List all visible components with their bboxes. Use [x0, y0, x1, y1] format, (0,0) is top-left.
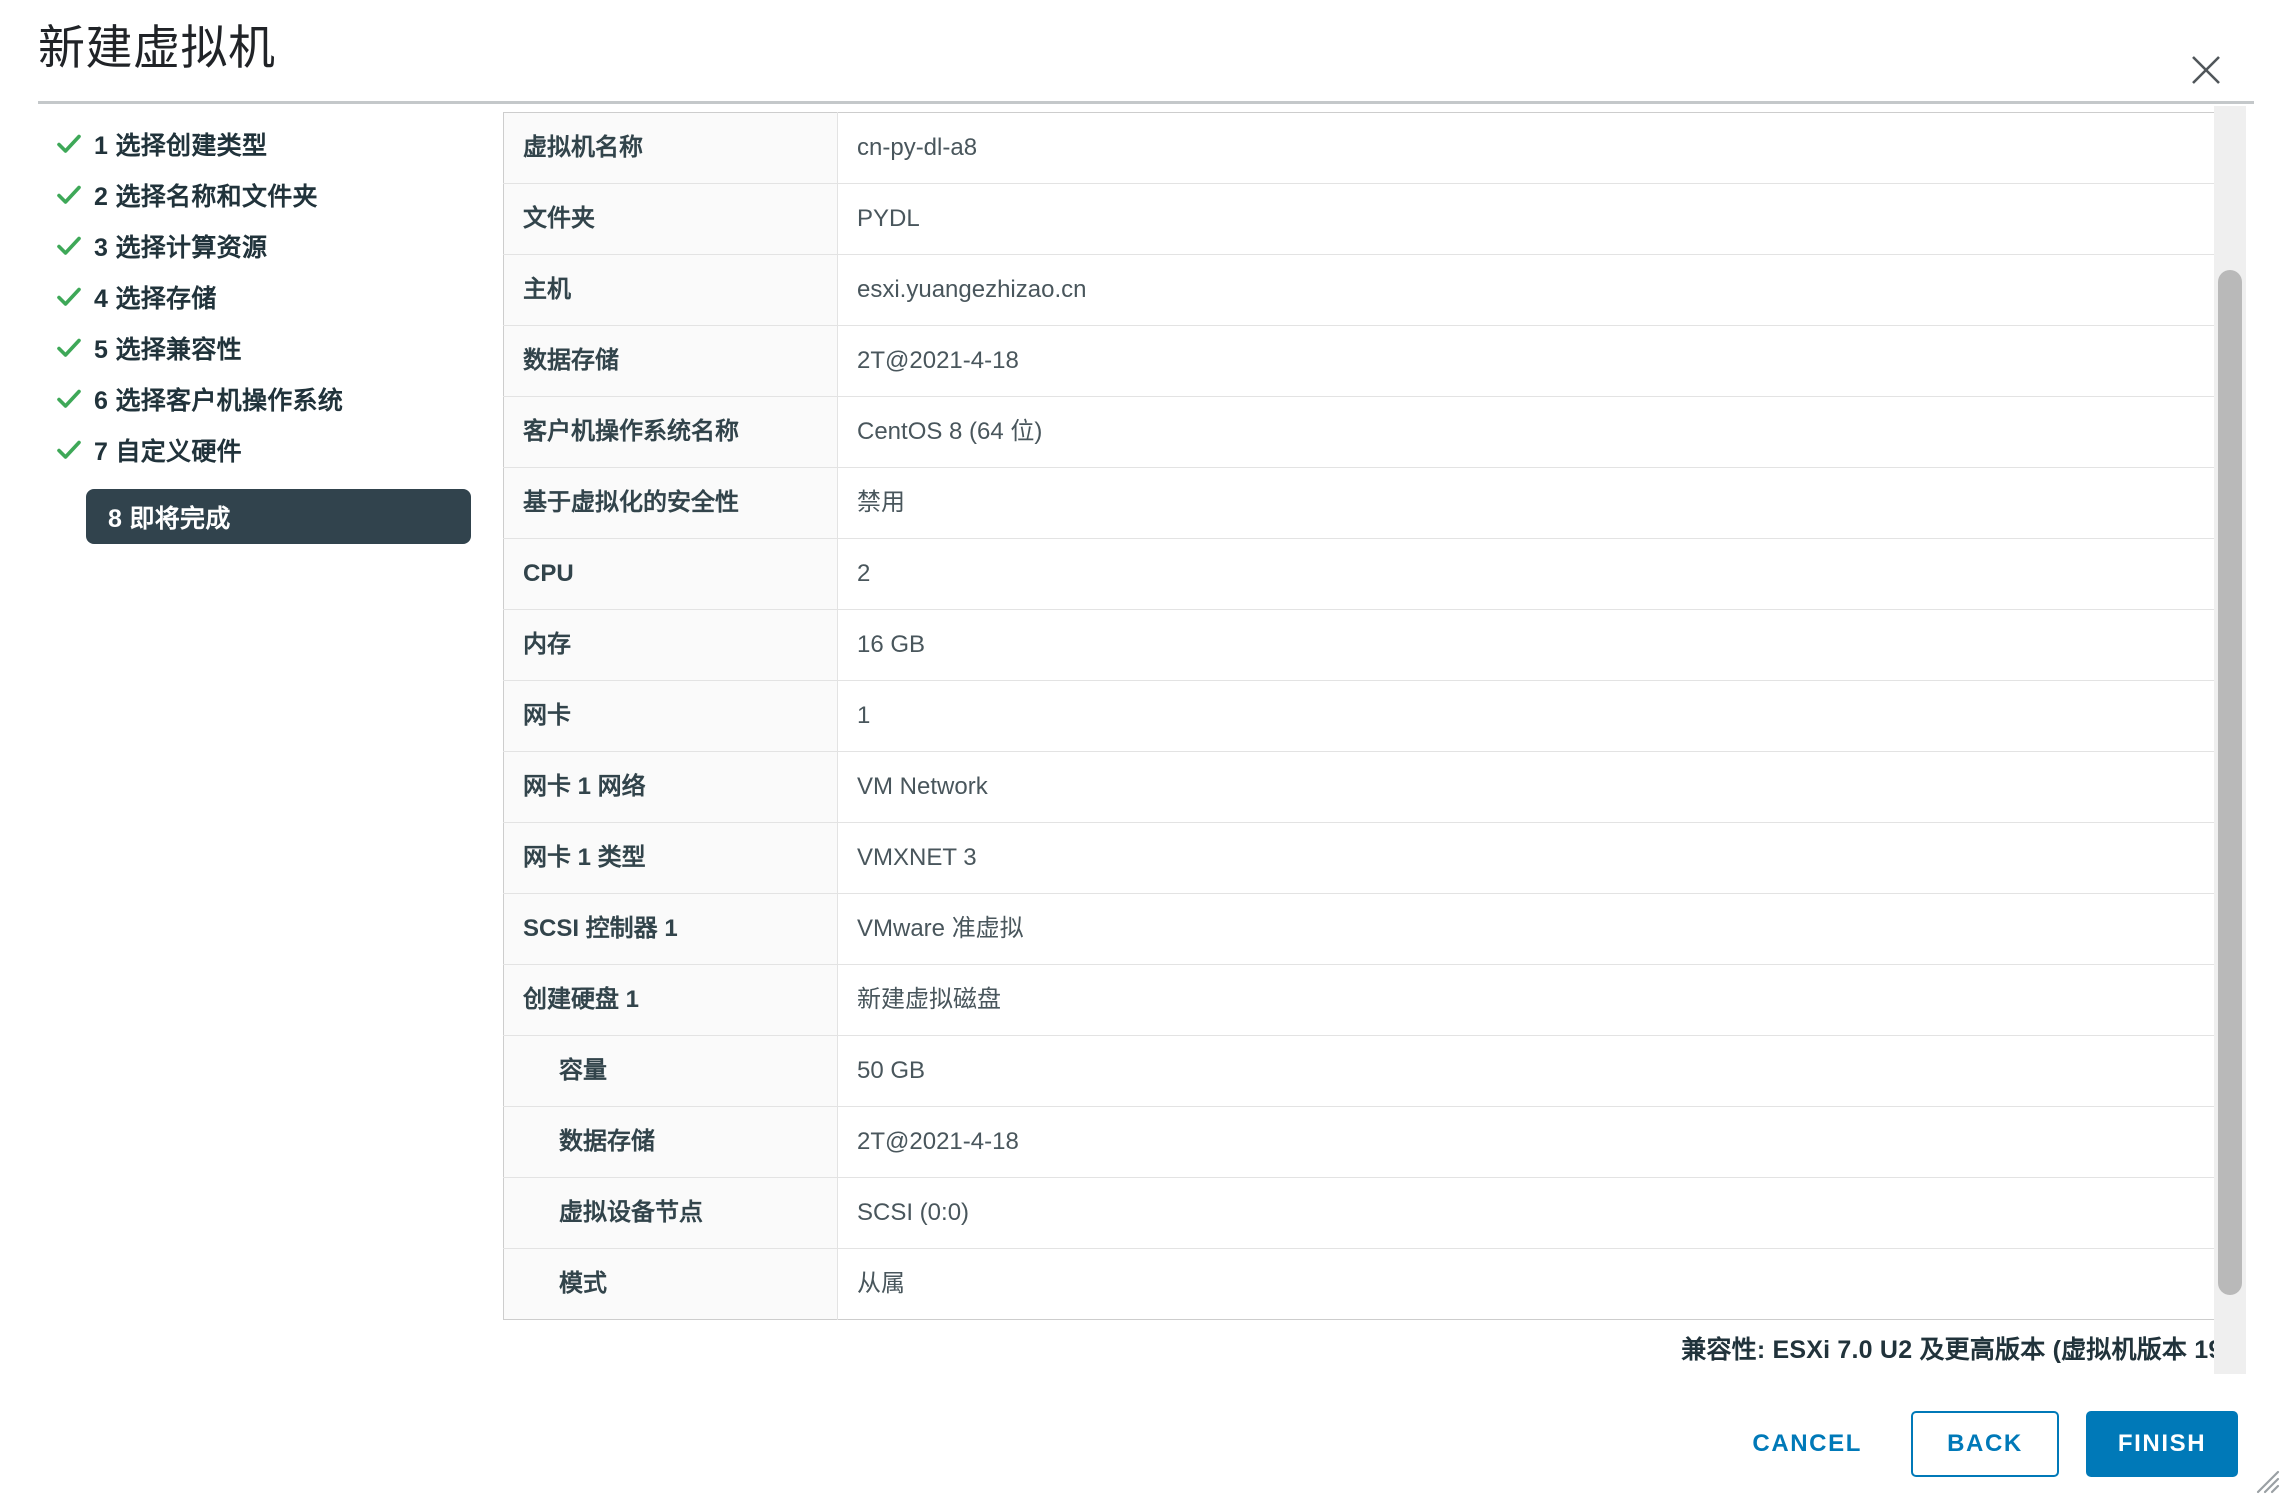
wizard-step-5[interactable]: 5 选择兼容性 [0, 322, 500, 373]
summary-key: 模式 [503, 1248, 838, 1320]
summary-value: VMXNET 3 [837, 822, 2231, 894]
summary-value: 禁用 [837, 467, 2231, 539]
check-icon [56, 386, 82, 412]
summary-value: cn-py-dl-a8 [837, 112, 2231, 184]
back-button[interactable]: BACK [1911, 1411, 2059, 1477]
wizard-step-label: 6 选择客户机操作系统 [94, 386, 344, 415]
table-row: SCSI 控制器 1 VMware 准虚拟 [503, 893, 2231, 965]
summary-key: 网卡 1 类型 [503, 822, 838, 894]
table-row: 虚拟机名称 cn-py-dl-a8 [503, 112, 2231, 184]
wizard-step-4[interactable]: 4 选择存储 [0, 271, 500, 322]
wizard-step-8[interactable]: 8 即将完成 [86, 489, 471, 544]
summary-value: 16 GB [837, 609, 2231, 681]
cancel-button[interactable]: CANCEL [1730, 1411, 1884, 1477]
table-row: 客户机操作系统名称 CentOS 8 (64 位) [503, 396, 2231, 468]
dialog-actions: CANCEL BACK FINISH [1730, 1411, 2238, 1477]
resize-grip-icon[interactable] [2250, 1464, 2280, 1494]
summary-key: 数据存储 [503, 325, 838, 397]
wizard-step-label: 4 选择存储 [94, 284, 217, 313]
summary-key: 网卡 1 网络 [503, 751, 838, 823]
summary-value: 50 GB [837, 1035, 2231, 1107]
wizard-step-label: 1 选择创建类型 [94, 131, 268, 160]
wizard-step-label: 7 自定义硬件 [94, 437, 242, 466]
check-icon [56, 335, 82, 361]
table-row: 网卡 1 类型 VMXNET 3 [503, 822, 2231, 894]
table-row: 基于虚拟化的安全性 禁用 [503, 467, 2231, 539]
check-icon [56, 182, 82, 208]
vm-summary-table: 虚拟机名称 cn-py-dl-a8 文件夹 PYDL 主机 esxi.yuangezhiz… [503, 112, 2231, 1320]
summary-key: 客户机操作系统名称 [503, 396, 838, 468]
summary-key: 虚拟设备节点 [503, 1177, 838, 1249]
summary-value: 1 [837, 680, 2231, 752]
header-divider [38, 101, 2254, 104]
table-row: 数据存储 2T@2021-4-18 [503, 325, 2231, 397]
dialog-header: 新建虚拟机 [0, 0, 2292, 104]
summary-key: 内存 [503, 609, 838, 681]
table-row: 虚拟设备节点 SCSI (0:0) [503, 1177, 2231, 1249]
table-row: CPU 2 [503, 538, 2231, 610]
table-row: 模式 从属 [503, 1248, 2231, 1320]
table-row: 数据存储 2T@2021-4-18 [503, 1106, 2231, 1178]
close-icon[interactable] [2178, 42, 2234, 98]
scrollbar-thumb[interactable] [2218, 270, 2242, 1295]
table-row: 容量 50 GB [503, 1035, 2231, 1107]
summary-value: 从属 [837, 1248, 2231, 1320]
wizard-step-7[interactable]: 7 自定义硬件 [0, 424, 500, 475]
summary-key: 数据存储 [503, 1106, 838, 1178]
table-row: 文件夹 PYDL [503, 183, 2231, 255]
summary-value: 新建虚拟磁盘 [837, 964, 2231, 1036]
summary-value: VMware 准虚拟 [837, 893, 2231, 965]
wizard-step-label: 2 选择名称和文件夹 [94, 182, 318, 211]
wizard-step-label: 5 选择兼容性 [94, 335, 242, 364]
summary-value: PYDL [837, 183, 2231, 255]
wizard-step-6[interactable]: 6 选择客户机操作系统 [0, 373, 500, 424]
page-title: 新建虚拟机 [38, 21, 276, 74]
table-row: 创建硬盘 1 新建虚拟磁盘 [503, 964, 2231, 1036]
compatibility-note: 兼容性: ESXi 7.0 U2 及更高版本 (虚拟机版本 19) [1681, 1336, 2231, 1364]
new-virtual-machine-dialog: 新建虚拟机 1 选择创建类型 2 选择名称和文件夹 3 选择计算资源 4 选择存储 5 … [0, 0, 2292, 1504]
summary-key: 文件夹 [503, 183, 838, 255]
table-row: 网卡 1 [503, 680, 2231, 752]
table-row: 主机 esxi.yuangezhizao.cn [503, 254, 2231, 326]
vertical-scrollbar[interactable] [2214, 106, 2246, 1374]
summary-key: 基于虚拟化的安全性 [503, 467, 838, 539]
wizard-step-3[interactable]: 3 选择计算资源 [0, 220, 500, 271]
summary-key: CPU [503, 538, 838, 610]
summary-key: 网卡 [503, 680, 838, 752]
summary-panel: 虚拟机名称 cn-py-dl-a8 文件夹 PYDL 主机 esxi.yuangezhiz… [503, 112, 2231, 1320]
check-icon [56, 131, 82, 157]
summary-value: SCSI (0:0) [837, 1177, 2231, 1249]
check-icon [56, 284, 82, 310]
summary-key: 虚拟机名称 [503, 112, 838, 184]
summary-key: SCSI 控制器 1 [503, 893, 838, 965]
summary-value: 2T@2021-4-18 [837, 325, 2231, 397]
wizard-step-2[interactable]: 2 选择名称和文件夹 [0, 169, 500, 220]
summary-value: esxi.yuangezhizao.cn [837, 254, 2231, 326]
table-row: 网卡 1 网络 VM Network [503, 751, 2231, 823]
check-icon [56, 437, 82, 463]
summary-value: VM Network [837, 751, 2231, 823]
check-icon [56, 233, 82, 259]
wizard-step-label: 3 选择计算资源 [94, 233, 268, 262]
summary-value: 2 [837, 538, 2231, 610]
summary-value: CentOS 8 (64 位) [837, 396, 2231, 468]
wizard-step-label: 8 即将完成 [108, 504, 231, 533]
wizard-steps-sidebar: 1 选择创建类型 2 选择名称和文件夹 3 选择计算资源 4 选择存储 5 选择兼容性 6… [0, 118, 500, 544]
summary-key: 主机 [503, 254, 838, 326]
finish-button[interactable]: FINISH [2086, 1411, 2238, 1477]
summary-key: 容量 [503, 1035, 838, 1107]
table-row: 内存 16 GB [503, 609, 2231, 681]
summary-value: 2T@2021-4-18 [837, 1106, 2231, 1178]
wizard-step-1[interactable]: 1 选择创建类型 [0, 118, 500, 169]
summary-key: 创建硬盘 1 [503, 964, 838, 1036]
